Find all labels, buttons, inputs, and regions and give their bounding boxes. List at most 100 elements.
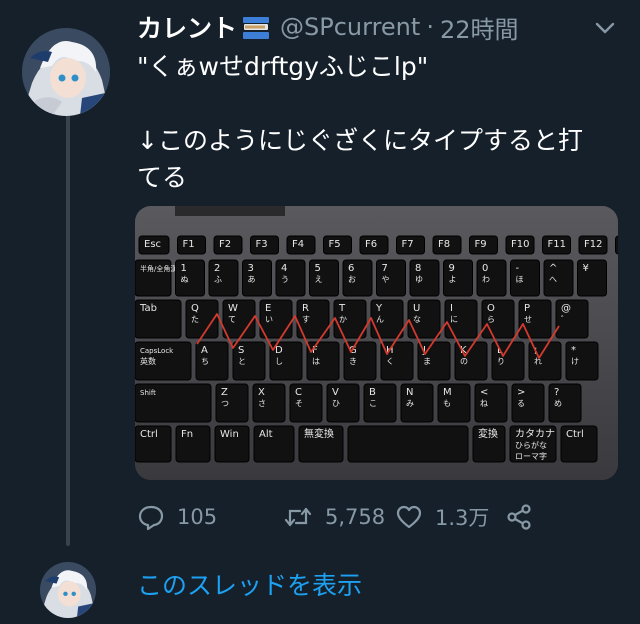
key-label: そ [295, 399, 303, 408]
key-label: O [487, 303, 495, 314]
key-label: F4 [292, 239, 304, 250]
key-label: F7 [402, 239, 414, 250]
key-label: F12 [584, 239, 602, 250]
author-avatar-small[interactable] [40, 562, 96, 618]
tweet-header: カレント @SPcurrent · 22時間 [137, 10, 617, 44]
key-label: V [332, 387, 339, 398]
key-label: よ [449, 275, 457, 284]
key-label: F11 [548, 239, 566, 250]
key-label: や [382, 275, 390, 284]
key-label: こ [369, 399, 377, 408]
key-label: I [450, 303, 453, 314]
key-label: み [406, 399, 414, 408]
key-label: て [228, 315, 236, 324]
reply-button[interactable]: 105 [137, 503, 283, 531]
key-label: F9 [475, 239, 487, 250]
key-label: ^ [549, 263, 557, 274]
key-label: ね [480, 399, 488, 408]
key-label: ローマ字 [515, 451, 547, 461]
key-label: R [302, 303, 309, 314]
tweet-timestamp[interactable]: 22時間 [440, 10, 519, 45]
key-label: F1 [183, 239, 195, 250]
like-count: 1.3万 [435, 506, 490, 530]
key-label: 無変換 [304, 427, 334, 440]
retweet-button[interactable]: 5,758 [283, 503, 395, 531]
retweet-icon [284, 507, 312, 527]
chevron-down-icon[interactable] [593, 16, 617, 40]
key-label: > [517, 387, 525, 398]
key-label: れ [534, 357, 542, 366]
share-button[interactable] [505, 503, 545, 531]
key-label: < [480, 387, 488, 398]
key-label: Tab [139, 303, 157, 314]
key-label: 5 [315, 263, 321, 274]
tweet-actions: 105 5,758 1.3万 [137, 498, 617, 536]
key-label: 2 [214, 263, 220, 274]
key-label: は [312, 357, 320, 366]
key-label: ひらがな [515, 440, 547, 450]
key-label: Y [375, 303, 383, 314]
key-label: め [554, 399, 562, 408]
key-label: E [265, 303, 271, 314]
key-label: Shift [140, 389, 156, 397]
key-label: ゛ [561, 315, 569, 324]
display-name[interactable]: カレント [137, 9, 237, 45]
key-label: 4 [281, 263, 287, 274]
tweet-text-line: てる [137, 163, 188, 192]
reply-count: 105 [177, 505, 218, 529]
key-label: ? [554, 387, 559, 398]
key-label: す [302, 315, 310, 324]
key-label: S [238, 345, 244, 356]
books-emoji-icon [242, 16, 270, 40]
key-label: Z [221, 387, 228, 398]
key-label: か [339, 315, 347, 324]
key-label: ふ [214, 275, 222, 284]
author-avatar[interactable] [22, 28, 110, 116]
like-button[interactable]: 1.3万 [395, 502, 505, 532]
key-label: F8 [438, 239, 450, 250]
key-label: 6 [348, 263, 354, 274]
key-label: つ [221, 399, 229, 408]
key-label: い [265, 315, 273, 324]
key-label: う [281, 275, 289, 284]
key-label: と [238, 357, 246, 366]
key-label: B [369, 387, 376, 398]
key-label: - [516, 263, 520, 274]
key-label: さ [258, 399, 266, 408]
reply-icon [138, 505, 164, 531]
key-label: X [258, 387, 265, 398]
key-label: ま [423, 357, 431, 366]
show-thread-link[interactable]: このスレッドを表示 [137, 566, 362, 602]
key-label: ひ [332, 399, 340, 408]
key-label: し [275, 357, 283, 366]
share-icon [507, 504, 531, 530]
separator-dot: · [426, 13, 434, 41]
key-label: 3 [248, 263, 254, 274]
key-label: 7 [382, 263, 388, 274]
key-label: た [191, 315, 199, 324]
key-label: ら [487, 315, 495, 324]
key-label: N [406, 387, 413, 398]
user-handle[interactable]: @SPcurrent [280, 13, 420, 41]
key-label: T [338, 303, 346, 314]
key-label: P [524, 303, 530, 314]
key-label: お [348, 275, 356, 284]
key-label: き [349, 357, 357, 366]
key-label: 変換 [478, 427, 498, 440]
key-label: 8 [415, 263, 421, 274]
key-label: に [450, 315, 458, 324]
key-label: Fn [181, 429, 193, 440]
keyboard-key [347, 425, 469, 463]
key-label: ゆ [415, 275, 423, 284]
tweet-text-line: ↓このようにじぐざくにタイプすると打 [137, 126, 583, 155]
key-label: @ [561, 303, 571, 314]
thread-line [66, 114, 70, 546]
key-label: り [497, 357, 505, 366]
key-label: CapsLock [140, 347, 174, 355]
key-label: F6 [365, 239, 377, 250]
keyboard-photo: EscF1F2F3F4F5F6F7F8F9F10F11F12Pr半角/全角漢字1… [135, 206, 618, 480]
key-label: Ctrl [566, 429, 584, 440]
key-label: M [443, 387, 452, 398]
key-label: 0 [482, 263, 488, 274]
tweet-photo[interactable]: EscF1F2F3F4F5F6F7F8F9F10F11F12Pr半角/全角漢字1… [135, 206, 618, 480]
